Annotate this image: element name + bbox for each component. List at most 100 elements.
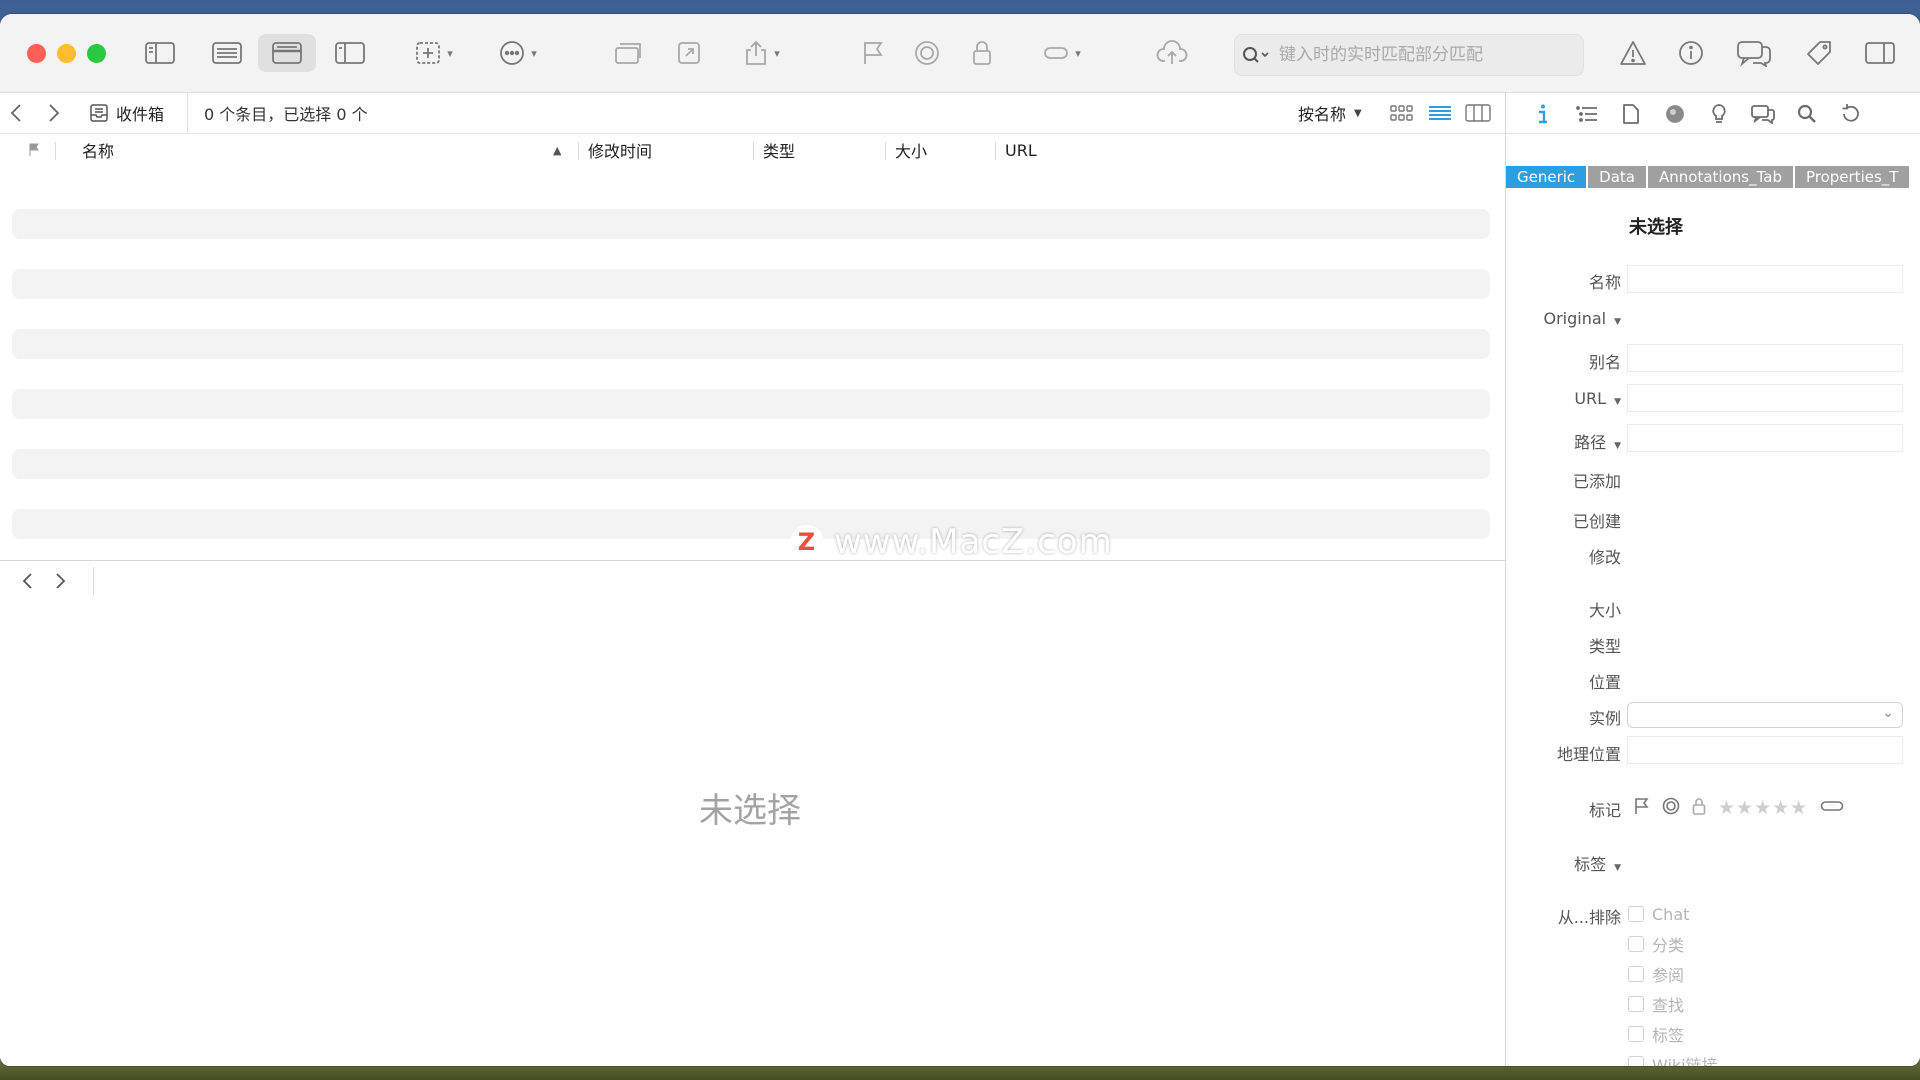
toolbar: ▾ ▾ ▾ ▾ bbox=[0, 14, 1920, 93]
info-tab-icon[interactable] bbox=[1530, 101, 1556, 127]
inbox-icon bbox=[90, 104, 108, 122]
read-mark-icon[interactable] bbox=[1662, 797, 1680, 819]
no-selection-message: 未选择 bbox=[699, 791, 801, 831]
name-field[interactable] bbox=[1627, 265, 1903, 293]
column-view-icon[interactable] bbox=[1465, 93, 1491, 133]
path-field[interactable] bbox=[1627, 424, 1903, 452]
empty-row-stripe bbox=[12, 329, 1490, 359]
search-field[interactable] bbox=[1234, 34, 1584, 76]
watermark-text: www.MacZ.com bbox=[834, 522, 1113, 562]
label-added: 已添加 bbox=[1572, 472, 1621, 491]
cloud-upload-icon[interactable] bbox=[1154, 34, 1190, 72]
exclude-wiki-checkbox[interactable]: Wiki链接 bbox=[1628, 1053, 1718, 1066]
tab-properties[interactable]: Properties_T bbox=[1794, 166, 1910, 188]
close-window-button[interactable] bbox=[27, 44, 46, 63]
label-url[interactable]: URL ▼ bbox=[1574, 389, 1621, 408]
column-separator bbox=[753, 142, 754, 160]
outline-tab-icon[interactable] bbox=[1574, 101, 1600, 127]
read-status-icon[interactable] bbox=[910, 34, 944, 72]
minimize-window-button[interactable] bbox=[57, 44, 76, 63]
column-size[interactable]: 大小 bbox=[895, 134, 927, 166]
column-type[interactable]: 类型 bbox=[763, 134, 795, 166]
rating-stars[interactable]: ★★★★★ bbox=[1718, 797, 1808, 819]
lock-icon[interactable] bbox=[968, 34, 996, 72]
geo-field[interactable] bbox=[1627, 736, 1903, 764]
alias-field[interactable] bbox=[1627, 344, 1903, 372]
checkbox-box[interactable] bbox=[1628, 1026, 1644, 1042]
search-tab-icon[interactable] bbox=[1794, 101, 1820, 127]
preview-area: 未选择 bbox=[0, 601, 1505, 1066]
column-modified[interactable]: 修改时间 bbox=[588, 134, 652, 166]
column-name[interactable]: 名称 bbox=[82, 134, 114, 166]
more-actions-icon[interactable]: ▾ bbox=[490, 34, 546, 72]
sort-ascending-icon: ▲ bbox=[553, 143, 562, 157]
flag-mark-icon[interactable] bbox=[1634, 797, 1650, 819]
label-original[interactable]: Original ▼ bbox=[1543, 309, 1621, 328]
original-dropdown-icon: ▼ bbox=[1614, 317, 1621, 327]
exclude-see-also-checkbox[interactable]: 参阅 bbox=[1628, 963, 1684, 985]
tag-icon[interactable] bbox=[1802, 34, 1836, 72]
inbox-location[interactable]: 收件箱 bbox=[90, 93, 164, 133]
empty-row-stripe bbox=[12, 269, 1490, 299]
label-mark-icon[interactable] bbox=[1820, 799, 1844, 817]
checkbox-box[interactable] bbox=[1628, 906, 1644, 922]
checkbox-box[interactable] bbox=[1628, 996, 1644, 1012]
sort-chevron-icon: ▼ bbox=[1354, 107, 1362, 119]
tab-generic[interactable]: Generic bbox=[1506, 166, 1587, 188]
chat-tab-icon[interactable] bbox=[1750, 101, 1776, 127]
label-path[interactable]: 路径 ▼ bbox=[1574, 429, 1621, 453]
lock-mark-icon[interactable] bbox=[1692, 797, 1706, 819]
exclude-search-checkbox[interactable]: 查找 bbox=[1628, 993, 1684, 1015]
url-label-text: URL bbox=[1574, 389, 1607, 408]
concordance-tab-icon[interactable] bbox=[1706, 101, 1732, 127]
warning-icon[interactable] bbox=[1616, 34, 1650, 72]
flag-icon[interactable] bbox=[858, 34, 888, 72]
exclude-classify-checkbox[interactable]: 分类 bbox=[1628, 933, 1684, 955]
label-type: 类型 bbox=[1588, 637, 1621, 656]
chevron-down-icon: ⌄ bbox=[1882, 705, 1894, 721]
label-icon[interactable]: ▾ bbox=[1034, 34, 1090, 72]
history-tab-icon[interactable] bbox=[1838, 101, 1864, 127]
column-url[interactable]: URL bbox=[1005, 134, 1037, 166]
search-input[interactable] bbox=[1277, 44, 1571, 66]
add-item-menu-icon[interactable]: ▾ bbox=[404, 34, 464, 72]
share-icon[interactable]: ▾ bbox=[734, 34, 790, 72]
open-external-icon[interactable] bbox=[674, 34, 704, 72]
label-marks: 标记 bbox=[1588, 801, 1621, 820]
exclude-chat-checkbox[interactable]: Chat bbox=[1628, 903, 1689, 925]
annotation-tab-icon[interactable] bbox=[1662, 101, 1688, 127]
tab-annotations[interactable]: Annotations_Tab bbox=[1648, 166, 1793, 188]
back-button[interactable] bbox=[8, 93, 24, 133]
icon-view-icon[interactable] bbox=[1390, 93, 1414, 133]
url-field[interactable] bbox=[1627, 384, 1903, 412]
label-location: 位置 bbox=[1588, 673, 1621, 692]
exclude-tagging-checkbox[interactable]: 标签 bbox=[1628, 1023, 1684, 1045]
chat-icon[interactable] bbox=[1734, 34, 1774, 72]
list-view-icon[interactable] bbox=[204, 34, 250, 72]
instance-select[interactable]: ⌄ bbox=[1627, 702, 1903, 728]
preview-back-button[interactable] bbox=[20, 570, 36, 596]
checkbox-box[interactable] bbox=[1628, 966, 1644, 982]
inspector-toggle-icon[interactable] bbox=[1862, 34, 1898, 72]
tab-data[interactable]: Data bbox=[1588, 166, 1646, 188]
flag-column-icon[interactable] bbox=[28, 134, 40, 166]
split-view-icon[interactable] bbox=[258, 34, 316, 72]
search-icon[interactable] bbox=[1241, 45, 1271, 65]
forward-button[interactable] bbox=[46, 93, 62, 133]
zoom-window-button[interactable] bbox=[87, 44, 106, 63]
preview-forward-button[interactable] bbox=[52, 570, 68, 596]
label-tags[interactable]: 标签 ▼ bbox=[1574, 851, 1621, 875]
empty-row-stripe bbox=[12, 209, 1490, 239]
preview-view-icon[interactable] bbox=[330, 34, 370, 72]
open-windows-icon[interactable] bbox=[610, 34, 646, 72]
marks-row: ★★★★★ bbox=[1634, 795, 1844, 821]
checkbox-box[interactable] bbox=[1628, 1056, 1644, 1066]
list-view-selected-icon[interactable] bbox=[1428, 93, 1452, 133]
nav-divider bbox=[93, 567, 94, 595]
empty-row-stripe bbox=[12, 449, 1490, 479]
document-tab-icon[interactable] bbox=[1618, 101, 1644, 127]
info-icon[interactable] bbox=[1674, 34, 1708, 72]
sidebar-toggle-icon[interactable] bbox=[140, 34, 180, 72]
sort-menu[interactable]: 按名称 ▼ bbox=[1298, 93, 1362, 133]
checkbox-box[interactable] bbox=[1628, 936, 1644, 952]
